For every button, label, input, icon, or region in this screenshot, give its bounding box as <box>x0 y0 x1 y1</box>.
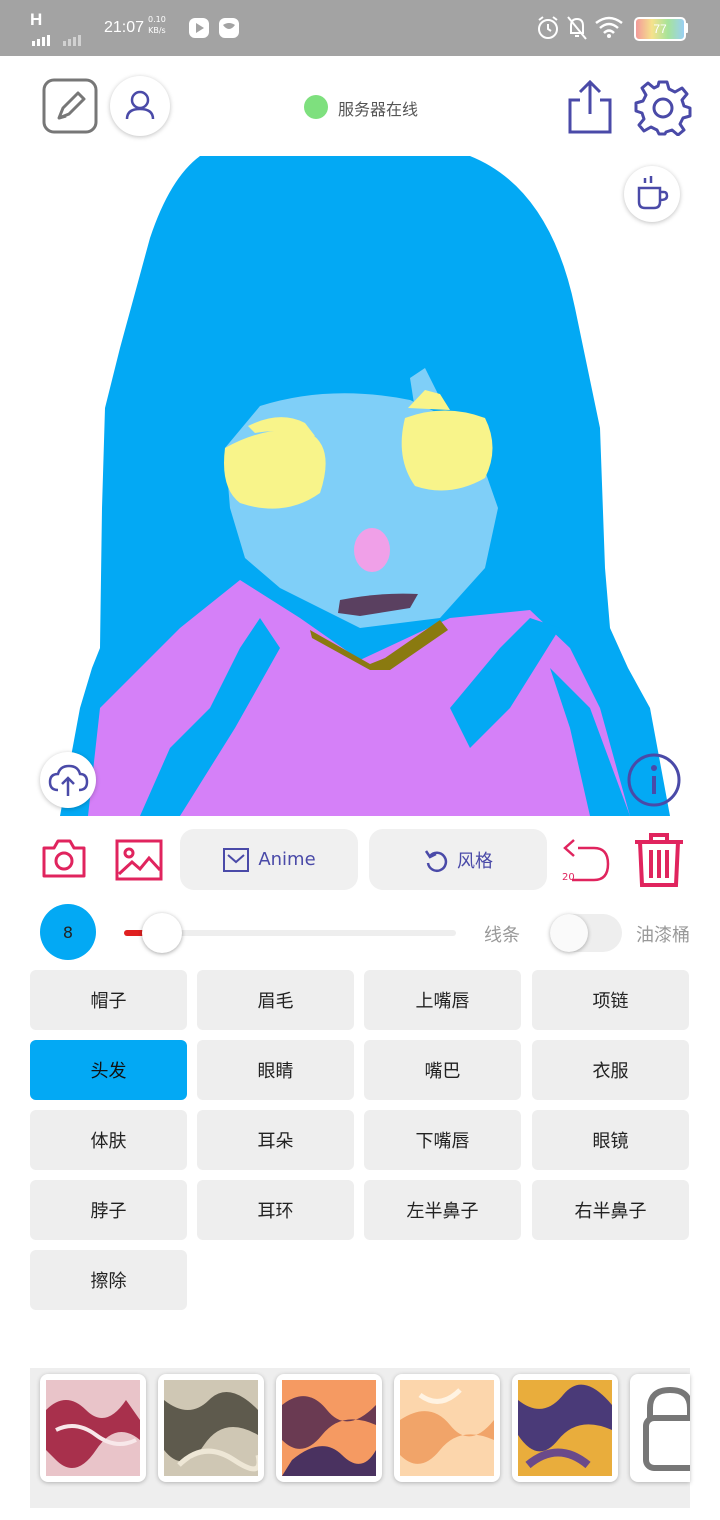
undo-count: 20 <box>562 872 575 883</box>
status-bar: H 21:07 0.10 KB/s 77 <box>0 0 720 56</box>
anime-label: Anime <box>258 849 316 870</box>
brush-size-slider[interactable] <box>124 913 456 953</box>
net-speed: 0.10 KB/s <box>148 14 166 36</box>
battery-icon: 77 <box>634 17 686 41</box>
net-speed-value: 0.10 <box>148 15 166 24</box>
server-status-label: 服务器在线 <box>338 100 419 119</box>
part-button[interactable]: 体肤 <box>30 1110 187 1170</box>
upload-button[interactable] <box>40 752 96 808</box>
trash-icon <box>635 833 683 887</box>
anime-sketch-drawing <box>60 156 670 816</box>
bell-muted-icon <box>567 16 587 40</box>
part-button[interactable]: 上嘴唇 <box>364 970 521 1030</box>
mail-box-icon <box>223 847 250 872</box>
battery-tip <box>684 23 688 33</box>
part-button[interactable]: 脖子 <box>30 1180 187 1240</box>
part-button[interactable]: 项链 <box>532 970 689 1030</box>
part-button[interactable]: 擦除 <box>30 1250 187 1310</box>
profile-button[interactable] <box>110 76 170 136</box>
wifi-icon <box>595 16 623 38</box>
share-up-icon <box>568 79 612 134</box>
lock-icon <box>643 1386 690 1471</box>
part-button[interactable]: 眉毛 <box>197 970 354 1030</box>
cup-icon <box>637 176 669 210</box>
texture-thumb-gray[interactable] <box>158 1374 264 1482</box>
share-button[interactable] <box>564 78 616 136</box>
camera-icon <box>42 839 86 878</box>
style-label: 风格 <box>457 850 493 872</box>
bucket-toggle[interactable] <box>550 914 622 952</box>
texture-thumb-orange[interactable] <box>276 1374 382 1482</box>
texture-gray-image <box>164 1380 258 1476</box>
alarm-icon <box>538 16 558 39</box>
style-button[interactable]: 风格 <box>369 829 547 890</box>
texture-crimson-image <box>46 1380 140 1476</box>
texture-orange-image <box>282 1380 376 1476</box>
person-icon <box>125 90 155 120</box>
part-button[interactable]: 衣服 <box>532 1040 689 1100</box>
gallery-button[interactable] <box>114 838 164 882</box>
battery-level: 77 <box>653 22 667 36</box>
texture-gold-image <box>518 1380 612 1476</box>
app-notification-icon <box>219 18 239 38</box>
brush-tool-button[interactable] <box>42 78 98 134</box>
part-button[interactable]: 耳朵 <box>197 1110 354 1170</box>
image-icon <box>115 839 163 881</box>
video-app-icon <box>189 18 209 38</box>
net-speed-unit: KB/s <box>148 26 166 35</box>
settings-button[interactable] <box>634 78 692 137</box>
part-button[interactable]: 左半鼻子 <box>364 1180 521 1240</box>
line-mode-label: 线条 <box>484 925 520 946</box>
part-button[interactable]: 眼镜 <box>532 1110 689 1170</box>
part-button[interactable]: 耳环 <box>197 1180 354 1240</box>
brush-square-icon <box>42 78 98 134</box>
server-status-dot <box>304 95 328 119</box>
cloud-upload-icon <box>48 764 89 796</box>
toggle-knob <box>550 914 588 952</box>
part-button[interactable]: 嘴巴 <box>364 1040 521 1100</box>
camera-button[interactable] <box>40 836 88 882</box>
part-button[interactable]: 头发 <box>30 1040 187 1100</box>
brush-size-indicator: 8 <box>40 904 96 960</box>
info-button[interactable] <box>626 752 682 808</box>
texture-peach-image <box>400 1380 494 1476</box>
texture-thumb-crimson[interactable] <box>40 1374 146 1482</box>
part-button[interactable]: 帽子 <box>30 970 187 1030</box>
bucket-mode-label: 油漆桶 <box>636 925 690 946</box>
anime-button[interactable]: Anime <box>180 829 358 890</box>
slider-thumb[interactable] <box>142 913 182 953</box>
info-icon <box>627 753 681 807</box>
texture-thumb-gold[interactable] <box>512 1374 618 1482</box>
part-button[interactable]: 右半鼻子 <box>532 1180 689 1240</box>
texture-thumb-peach[interactable] <box>394 1374 500 1482</box>
clock: 21:07 <box>104 19 145 36</box>
signal-icon <box>32 27 83 46</box>
part-button[interactable]: 眼睛 <box>197 1040 354 1100</box>
coffee-button[interactable] <box>624 166 680 222</box>
part-button[interactable]: 下嘴唇 <box>364 1110 521 1170</box>
texture-thumb-locked[interactable] <box>630 1374 690 1482</box>
refresh-icon <box>424 849 448 872</box>
delete-button[interactable] <box>632 832 686 888</box>
undo-button[interactable]: 20 <box>560 834 614 886</box>
drawing-canvas[interactable] <box>30 148 690 816</box>
gear-icon <box>634 80 692 137</box>
